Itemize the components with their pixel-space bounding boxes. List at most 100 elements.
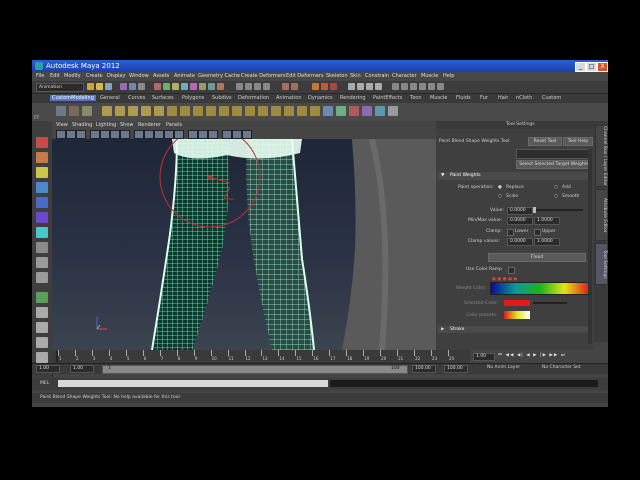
shelf-tool-icon[interactable]	[219, 106, 229, 116]
paint-weights-tool-icon[interactable]	[36, 292, 48, 303]
snap-grid-icon[interactable]	[236, 83, 243, 90]
shelf-tool-icon[interactable]	[141, 106, 151, 116]
range-slider[interactable]: 1 100	[102, 365, 408, 374]
selected-color-swatch[interactable]	[504, 300, 530, 306]
shelf-tab-general[interactable]: General	[98, 95, 122, 101]
select-object-icon[interactable]	[129, 83, 136, 90]
radio-add-icon[interactable]: ○	[554, 185, 558, 190]
shelf-tool-icon[interactable]	[258, 106, 268, 116]
mask-joint-icon[interactable]	[163, 83, 170, 90]
clamp-lower-checkbox[interactable]	[507, 229, 514, 236]
shelf-tool-icon[interactable]	[271, 106, 281, 116]
weight-color-ramp[interactable]	[490, 282, 590, 295]
hq-render-icon[interactable]	[222, 130, 232, 139]
shelf-tab-subdivs[interactable]: Subdivs	[210, 95, 234, 101]
camera-attributes-icon[interactable]	[66, 130, 76, 139]
menu-display[interactable]: Display	[107, 73, 125, 79]
clamp-max-field[interactable]: 1.0000	[534, 238, 560, 246]
menu-assets[interactable]: Assets	[153, 73, 169, 79]
menu-skin[interactable]: Skin	[350, 73, 361, 79]
layout-graph-icon[interactable]	[428, 83, 435, 90]
shelf-tab-curves[interactable]: Curves	[126, 95, 147, 101]
shelf-tool-icon[interactable]	[82, 106, 92, 116]
menu-edit-deformers[interactable]: Edit Deformers	[286, 73, 324, 79]
shelf-tab-deformation[interactable]: Deformation	[236, 95, 271, 101]
close-button[interactable]: X	[597, 62, 608, 72]
history-icon[interactable]	[282, 83, 289, 90]
menu-muscle[interactable]: Muscle	[421, 73, 438, 79]
radio-scale-icon[interactable]: ○	[498, 194, 502, 199]
show-attribute-editor-icon[interactable]	[357, 83, 364, 90]
shelf-tab-custommodeling[interactable]: CustomModeling	[50, 95, 96, 101]
viewport-3d[interactable]	[52, 139, 436, 350]
new-scene-icon[interactable]	[87, 83, 94, 90]
shelf-tool-icon[interactable]	[362, 106, 372, 116]
mask-deform-icon[interactable]	[190, 83, 197, 90]
menu-animate[interactable]: Animate	[174, 73, 195, 79]
attribute-editor-tab[interactable]: Attribute Editor	[595, 189, 608, 241]
show-layer-editor-icon[interactable]	[375, 83, 382, 90]
shelf-tool-icon[interactable]	[206, 106, 216, 116]
use-color-ramp-checkbox[interactable]	[508, 267, 515, 274]
mel-label[interactable]: MEL	[40, 381, 49, 386]
shelf-tool-icon[interactable]	[232, 106, 242, 116]
lasso-tool-icon[interactable]	[36, 152, 48, 163]
playback-end-field[interactable]: 100.00	[412, 365, 436, 373]
channel-box-tab[interactable]: Channel Box / Layer Editor	[595, 125, 608, 187]
shelf-tab-painteffects[interactable]: PaintEffects	[371, 95, 404, 101]
blend-target-list[interactable]	[516, 149, 592, 159]
shelf-tool-icon[interactable]	[388, 106, 398, 116]
minimize-button[interactable]: _	[575, 62, 586, 72]
show-channel-box-icon[interactable]	[348, 83, 355, 90]
end-time-field[interactable]: 100.00	[444, 365, 468, 373]
shelf-tab-polygons[interactable]: Polygons	[180, 95, 206, 101]
shelf-tool-icon[interactable]	[336, 106, 346, 116]
snap-curve-icon[interactable]	[245, 83, 252, 90]
menu-set-dropdown[interactable]: Animation	[36, 83, 84, 92]
shelf-tool-icon[interactable]	[284, 106, 294, 116]
menu-constrain[interactable]: Constrain	[365, 73, 389, 79]
playback-controls[interactable]: ⏮ ◀◀ ◀| ◀ ▶ |▶ ▶▶ ⏭	[498, 352, 566, 358]
shelf-tool-icon[interactable]	[115, 106, 125, 116]
playback-start-field[interactable]: 1.00	[70, 365, 94, 373]
shelf-tool-icon[interactable]	[310, 106, 320, 116]
stroke-section-header[interactable]: ▶ Stroke	[438, 326, 588, 333]
snap-point-icon[interactable]	[254, 83, 261, 90]
max-value-field[interactable]: 1.0000	[534, 217, 560, 225]
smooth-shade-icon[interactable]	[144, 130, 154, 139]
maximize-button[interactable]: □	[586, 62, 597, 72]
mask-dynamics-icon[interactable]	[199, 83, 206, 90]
outliner-layout-icon[interactable]	[36, 307, 48, 318]
ramp-marker-icon[interactable]: ● ● ● ● ●	[492, 277, 517, 282]
select-hierarchy-icon[interactable]	[120, 83, 127, 90]
shelf-tool-icon[interactable]	[375, 106, 385, 116]
mask-misc-icon[interactable]	[217, 83, 224, 90]
mask-surface-icon[interactable]	[181, 83, 188, 90]
viewport-menu-renderer[interactable]: Renderer	[138, 122, 161, 128]
single-pane-icon[interactable]	[36, 257, 48, 268]
tool-settings-scrollbar[interactable]	[588, 149, 592, 344]
layout-four-icon[interactable]	[410, 83, 417, 90]
shelf-tab-toon[interactable]: Toon	[408, 95, 424, 101]
current-frame-field[interactable]: 1.00	[473, 353, 495, 361]
menu-edit[interactable]: Edit	[50, 73, 60, 79]
menu-create-deformers[interactable]: Create Deformers	[241, 73, 286, 79]
start-time-field[interactable]: 1.00	[36, 365, 60, 373]
select-component-icon[interactable]	[138, 83, 145, 90]
graph-layout-icon[interactable]	[36, 322, 48, 333]
command-input[interactable]	[58, 380, 328, 387]
shelf-tab-dynamics[interactable]: Dynamics	[306, 95, 335, 101]
four-pane-icon[interactable]	[36, 272, 48, 283]
wireframe-on-shaded-icon[interactable]	[154, 130, 164, 139]
shelf-tab-animation[interactable]: Animation	[274, 95, 304, 101]
menu-modify[interactable]: Modify	[64, 73, 81, 79]
layout-hypergraph-icon[interactable]	[437, 83, 444, 90]
menu-geometry-cache[interactable]: Geometry Cache	[198, 73, 240, 79]
shelf-tool-icon[interactable]	[128, 106, 138, 116]
select-target-weights-button[interactable]: Select Selected Target Weights	[516, 160, 592, 169]
manipulator-tool-icon[interactable]	[36, 227, 48, 238]
viewport-menu-lighting[interactable]: Lighting	[96, 122, 116, 128]
select-tool-icon[interactable]	[36, 137, 48, 148]
current-time-marker[interactable]	[56, 351, 58, 362]
shelf-tool-icon[interactable]	[69, 106, 79, 116]
